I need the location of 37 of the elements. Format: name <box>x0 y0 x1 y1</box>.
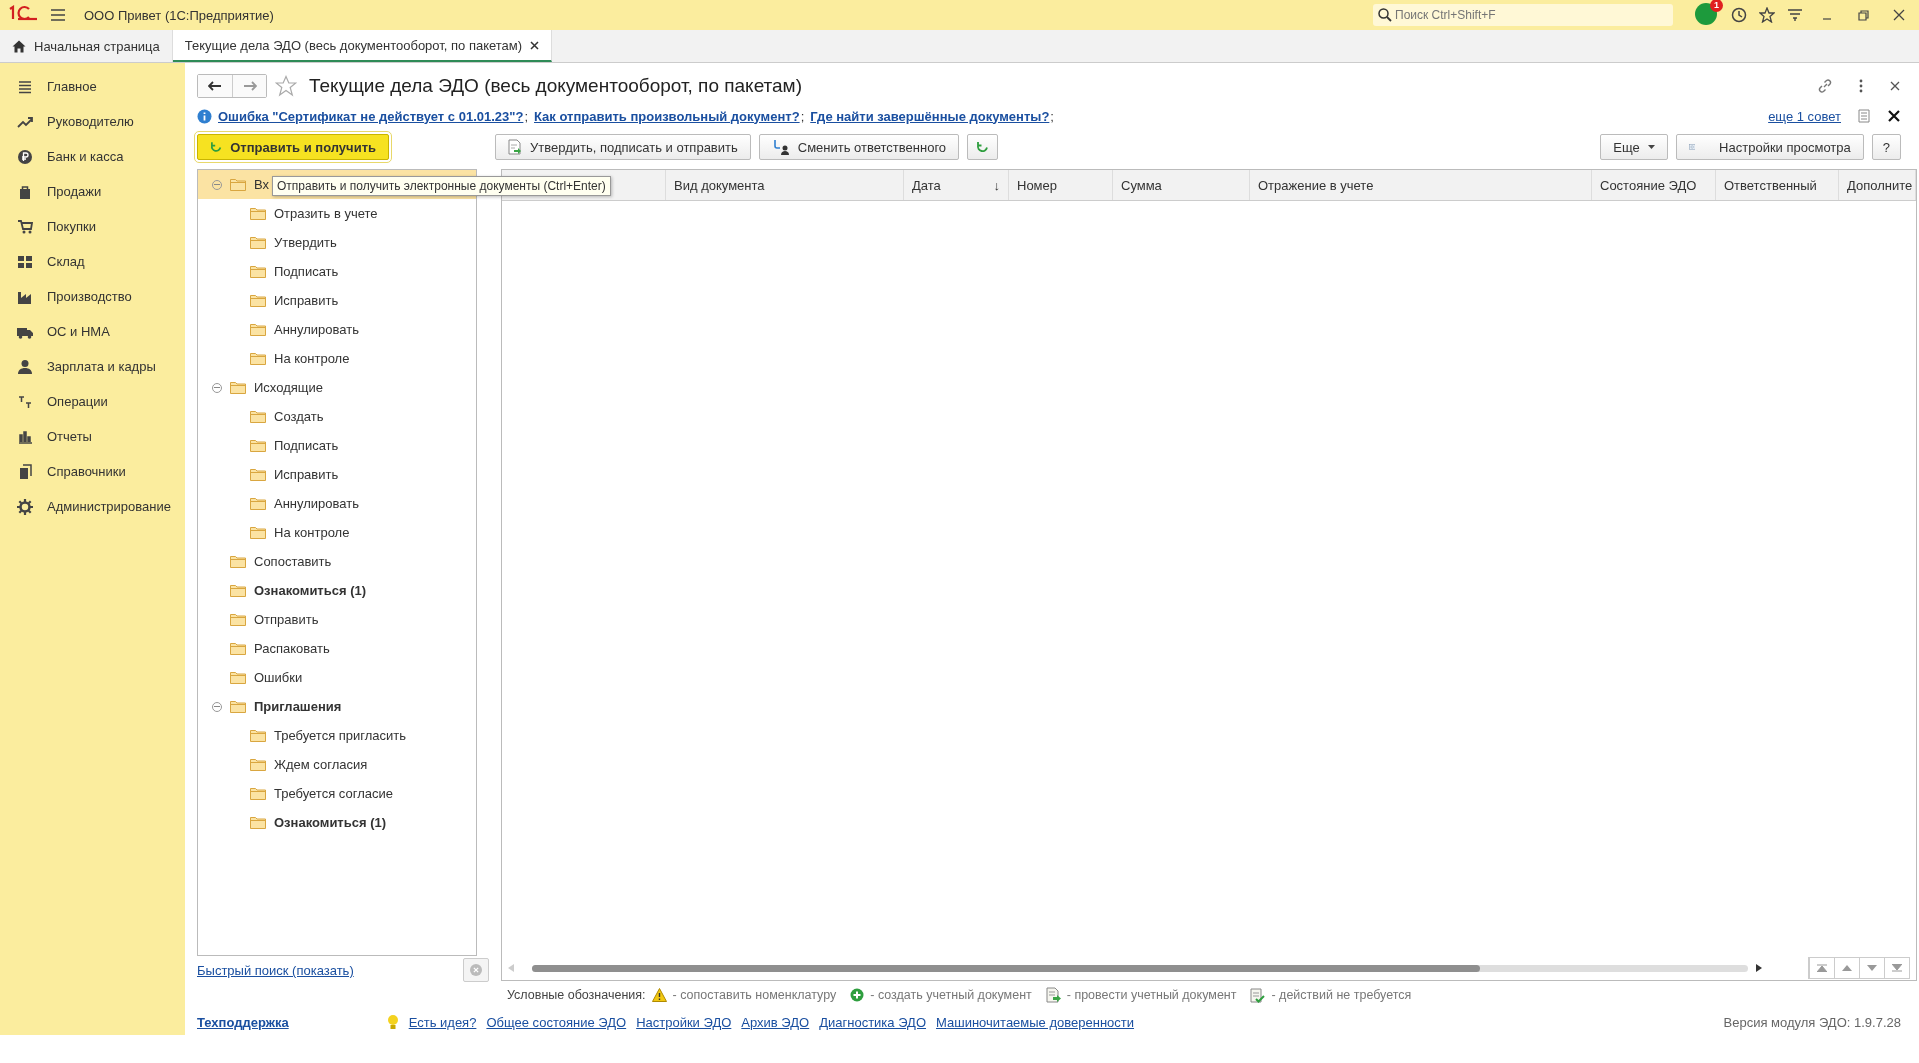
tree-label: Распаковать <box>254 641 330 656</box>
tree-label: Ждем согласия <box>274 757 368 772</box>
tree-label: Приглашения <box>254 699 342 714</box>
tree-label: На контроле <box>274 525 350 540</box>
separator-text: ; <box>1050 108 1054 124</box>
tree-label: Отразить в учете <box>274 206 378 221</box>
tree-label: Подписать <box>274 438 339 453</box>
tree-label: Требуется согласие <box>274 786 393 801</box>
tree-label: Аннулировать <box>274 496 359 511</box>
app-title: ООО Привет (1С:Предприятие) <box>84 7 274 23</box>
tooltip: Отправить и получить электронные документы (Ctrl+Enter) <box>272 176 611 196</box>
tree-label: Аннулировать <box>274 322 359 337</box>
legend-text: - провести учетный документ <box>1066 988 1237 1002</box>
tree-label: Исправить <box>274 293 339 308</box>
legend-text: - сопоставить номенклатуру <box>672 988 837 1002</box>
sort-arrow: ↓ <box>993 177 1000 193</box>
form-title: Текущие дела ЭДО (весь документооборот, по пакетам) <box>309 75 802 97</box>
tree-label: Создать <box>274 409 324 424</box>
tree-label: Исходящие <box>254 380 323 395</box>
version-text: Версия модуля ЭДО: 1.9.7.28 <box>1723 1014 1901 1030</box>
tree-label: На контроле <box>274 351 350 366</box>
separator-text: ; <box>524 108 528 124</box>
tree-label: Сопоставить <box>254 554 332 569</box>
legend-text: - создать учетный документ <box>870 988 1032 1002</box>
tree-label: Исправить <box>274 467 339 482</box>
tree-label: Ознакомиться (1) <box>254 583 367 598</box>
tree-label: Отправить <box>254 612 319 627</box>
tree-label: Требуется пригласить <box>274 728 407 743</box>
tree-label: Ознакомиться (1) <box>274 815 387 830</box>
notification-badge: 1 <box>1710 0 1723 12</box>
legend-text: - действий не требуется <box>1271 988 1412 1002</box>
tree-label: Подписать <box>274 264 339 279</box>
legend-title: Условные обозначения: <box>507 988 646 1002</box>
tree-label: Ошибки <box>254 670 303 685</box>
tree-label: Утвердить <box>274 235 337 250</box>
separator-text: ; <box>800 108 805 124</box>
tree-label: Вх <box>254 177 270 192</box>
